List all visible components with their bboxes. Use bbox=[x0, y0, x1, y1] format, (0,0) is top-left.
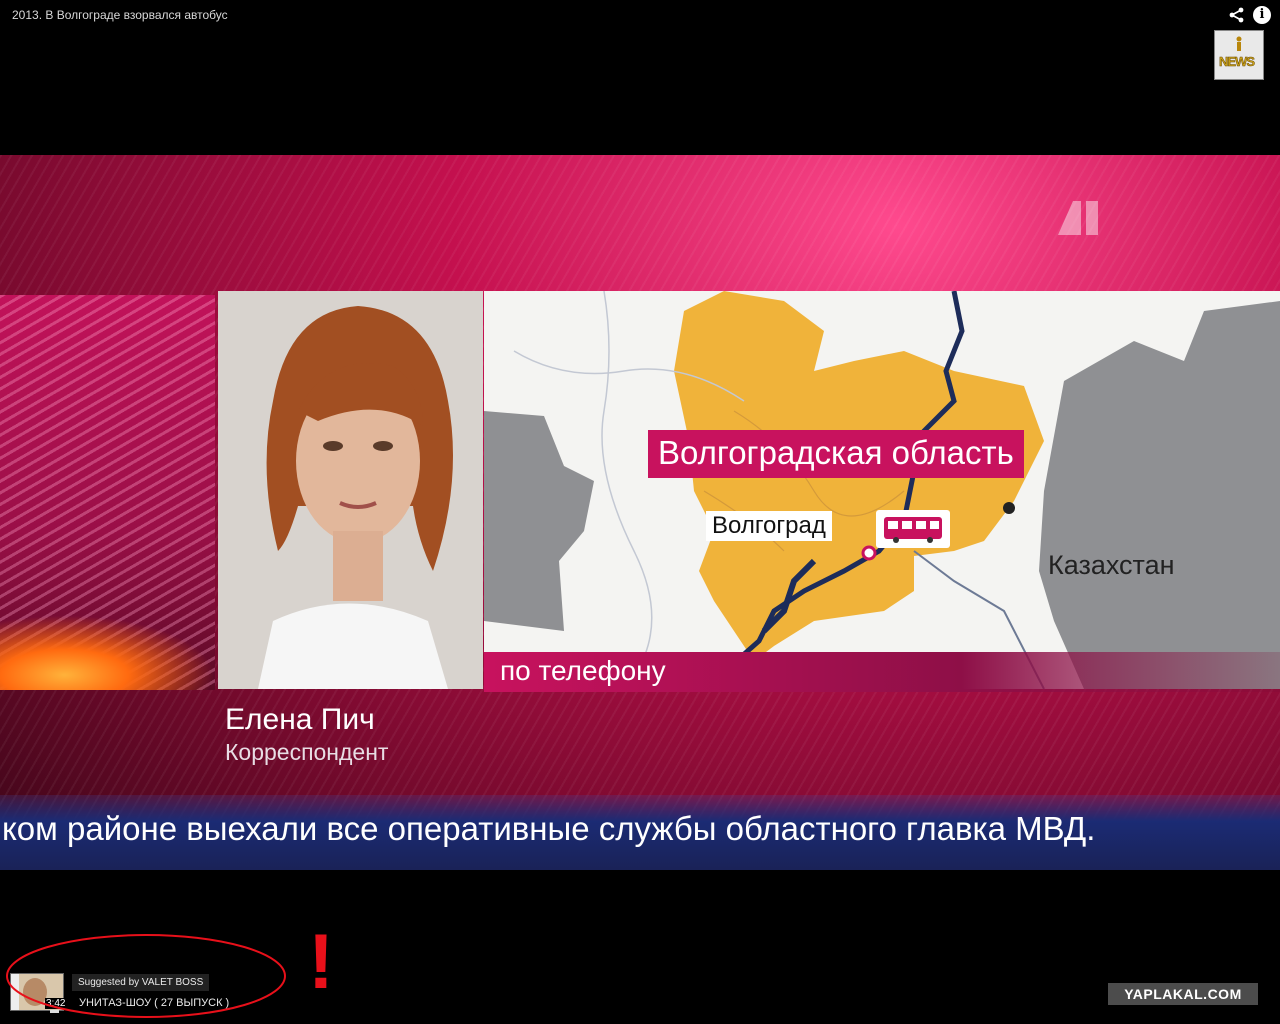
channel-one-logo bbox=[1058, 201, 1098, 235]
annotation-exclamation: ! bbox=[308, 917, 334, 1005]
city-label: Волгоград bbox=[706, 511, 832, 541]
bus-icon bbox=[876, 510, 950, 548]
channel-logo-text: NEWS bbox=[1219, 54, 1256, 70]
figure-icon bbox=[1236, 36, 1242, 51]
reporter-name: Елена Пич bbox=[225, 703, 375, 736]
phone-caption: по телефону bbox=[500, 655, 666, 686]
reporter-role: Корреспондент bbox=[225, 739, 389, 765]
region-label: Волгоградская область bbox=[648, 430, 1024, 478]
reporter-photo bbox=[218, 291, 483, 689]
map bbox=[484, 291, 1280, 689]
info-icon[interactable]: i bbox=[1253, 6, 1271, 24]
news-ticker-text: ком районе выехали все оперативные служб… bbox=[2, 810, 1096, 847]
channel-logo[interactable]: NEWS bbox=[1214, 30, 1264, 80]
site-watermark: YAPLAKAL.COM bbox=[1108, 983, 1258, 1005]
country-label: Казахстан bbox=[1048, 550, 1175, 580]
fire-graphic bbox=[0, 615, 215, 690]
share-icon[interactable] bbox=[1228, 6, 1246, 24]
video-title[interactable]: 2013. В Волгограде взорвался автобус bbox=[12, 8, 228, 22]
video-frame[interactable]: Волгоградская область Волгоград Казахста… bbox=[0, 155, 1280, 870]
annotation-ellipse bbox=[6, 934, 286, 1018]
